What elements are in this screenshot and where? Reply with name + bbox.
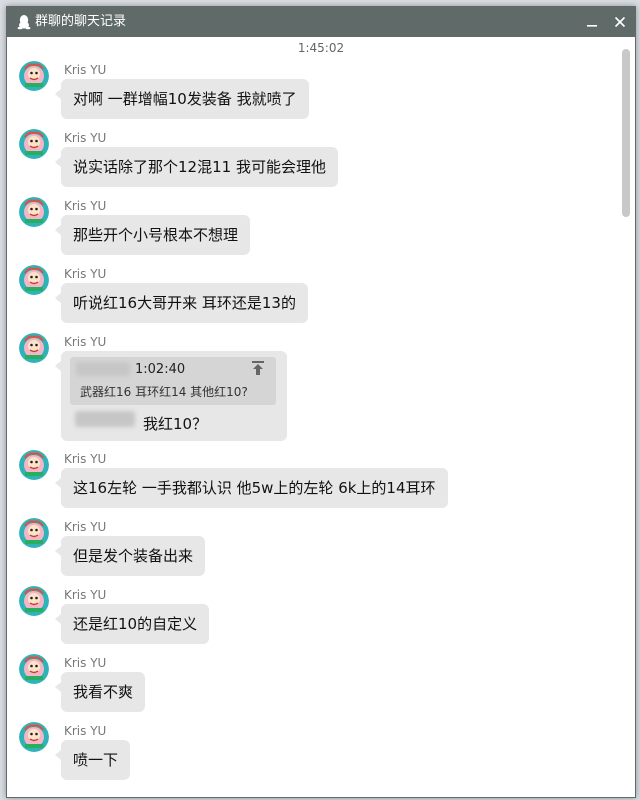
cartoon-avatar-icon <box>19 518 49 548</box>
quoted-timestamp: 1:02:40 <box>135 362 186 377</box>
jump-to-message-icon[interactable] <box>250 360 266 376</box>
minimize-icon <box>587 25 597 27</box>
cartoon-avatar-icon <box>19 333 49 363</box>
blurred-mention <box>75 411 135 427</box>
message-bubble[interactable]: 我看不爽 <box>54 672 146 712</box>
sender-name: Kris YU <box>64 452 107 466</box>
message-item: Kris YU 那些开个小号根本不想理 <box>7 197 607 257</box>
avatar[interactable] <box>19 265 49 295</box>
sender-name: Kris YU <box>64 588 107 602</box>
sender-name: Kris YU <box>64 656 107 670</box>
sender-name: Kris YU <box>64 199 107 213</box>
sender-name: Kris YU <box>64 63 107 77</box>
message-item: Kris YU 还是红10的自定义 <box>7 586 607 646</box>
cartoon-avatar-icon <box>19 722 49 752</box>
cartoon-avatar-icon <box>19 450 49 480</box>
message-item: Kris YU 对啊 一群增幅10发装备 我就喷了 <box>7 61 607 121</box>
message-bubble[interactable]: 听说红16大哥开来 耳环还是13的 <box>55 283 308 323</box>
avatar[interactable] <box>19 586 49 616</box>
cartoon-avatar-icon <box>19 197 49 227</box>
message-item: Kris YU 但是发个装备出来 <box>7 518 607 578</box>
avatar[interactable] <box>19 129 49 159</box>
reply-text: 我红10？ <box>143 415 208 433</box>
message-timestamp: 1:45:02 <box>297 41 345 55</box>
cartoon-avatar-icon <box>19 61 49 91</box>
message-bubble[interactable]: 喷一下 <box>54 740 131 780</box>
title-bar[interactable]: 群聊的聊天记录 <box>7 7 635 37</box>
quoted-message[interactable]: 1:02:40 武器红16 耳环红14 其他红10? <box>70 357 276 405</box>
message-item: Kris YU 1:02:40 武器红16 耳环红14 其他红10? 我红10？ <box>7 333 607 448</box>
blurred-quoted-sender <box>76 362 130 376</box>
sender-name: Kris YU <box>64 267 107 281</box>
sender-name: Kris YU <box>64 520 107 534</box>
avatar[interactable] <box>19 654 49 684</box>
message-item: Kris YU 听说红16大哥开来 耳环还是13的 <box>7 265 607 325</box>
message-item: Kris YU 说实话除了那个12混11 我可能会理他 <box>7 129 607 189</box>
message-item: Kris YU 这16左轮 一手我都认识 他5w上的左轮 6k上的14耳环 <box>7 450 607 510</box>
message-bubble[interactable]: 对啊 一群增幅10发装备 我就喷了 <box>55 79 309 119</box>
message-item: Kris YU 我看不爽 <box>7 654 607 714</box>
close-icon <box>614 16 626 28</box>
cartoon-avatar-icon <box>19 129 49 159</box>
qq-penguin-icon <box>17 15 31 30</box>
message-bubble[interactable]: 这16左轮 一手我都认识 他5w上的左轮 6k上的14耳环 <box>55 468 448 508</box>
window-title: 群聊的聊天记录 <box>35 14 127 29</box>
message-bubble[interactable]: 但是发个装备出来 <box>54 536 206 576</box>
scrollbar-thumb[interactable] <box>622 49 630 217</box>
cartoon-avatar-icon <box>19 654 49 684</box>
quoted-text: 武器红16 耳环红14 其他红10? <box>80 385 248 399</box>
sender-name: Kris YU <box>64 724 107 738</box>
avatar[interactable] <box>19 518 49 548</box>
minimize-button[interactable] <box>577 7 607 37</box>
cartoon-avatar-icon <box>19 586 49 616</box>
close-button[interactable] <box>605 7 635 37</box>
reply-message-bubble[interactable]: 1:02:40 武器红16 耳环红14 其他红10? 我红10？ <box>55 351 287 441</box>
avatar[interactable] <box>19 333 49 363</box>
sender-name: Kris YU <box>64 131 107 145</box>
message-bubble[interactable]: 那些开个小号根本不想理 <box>54 215 251 255</box>
avatar[interactable] <box>19 197 49 227</box>
chat-history-window: 群聊的聊天记录 1:45:02 Kris YU 对啊 一群增幅10发装备 我就喷… <box>6 6 636 798</box>
cartoon-avatar-icon <box>19 265 49 295</box>
message-bubble[interactable]: 说实话除了那个12混11 我可能会理他 <box>55 147 338 187</box>
sender-name: Kris YU <box>64 335 107 349</box>
message-bubble[interactable]: 还是红10的自定义 <box>54 604 210 644</box>
avatar[interactable] <box>19 450 49 480</box>
avatar[interactable] <box>19 61 49 91</box>
message-list[interactable]: 1:45:02 Kris YU 对啊 一群增幅10发装备 我就喷了 Kris Y… <box>7 37 635 797</box>
message-item: Kris YU 喷一下 <box>7 722 607 782</box>
avatar[interactable] <box>19 722 49 752</box>
